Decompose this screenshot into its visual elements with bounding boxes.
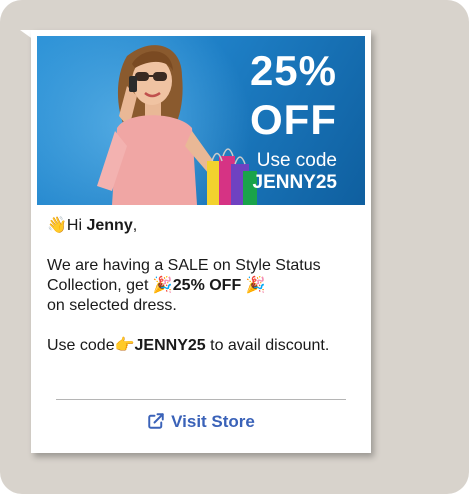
discount-off: OFF: [250, 96, 337, 143]
woman-shopping-image: [97, 45, 257, 205]
visit-store-label: Visit Store: [171, 412, 255, 431]
divider: [56, 399, 346, 400]
party-popper-icon: 🎉: [152, 277, 173, 294]
message-card: 25% OFF Use code JENNY25 👋Hi Jenny, We a…: [31, 30, 371, 453]
code-paragraph: Use code👉JENNY25 to avail discount.: [47, 337, 330, 354]
offer-text: 25% OFF: [172, 277, 242, 294]
code-text: JENNY25: [134, 337, 206, 354]
discount-percent: 25%: [249, 47, 337, 94]
waving-hand-icon: 👋: [47, 217, 67, 234]
external-link-icon: [148, 413, 164, 429]
use-code-label: Use code: [256, 150, 337, 171]
party-popper-icon-2: 🎉: [245, 277, 266, 294]
pointing-hand-icon: 👉: [114, 337, 135, 354]
promo-banner: 25% OFF Use code JENNY25: [37, 36, 365, 205]
sale-paragraph: We are having a SALE on Style Status Col…: [47, 257, 321, 314]
greeting: 👋Hi Jenny,: [47, 217, 138, 234]
recipient-name: Jenny: [86, 217, 133, 234]
message-body: 👋Hi Jenny, We are having a SALE on Style…: [47, 216, 367, 356]
promo-code: JENNY25: [252, 172, 338, 193]
visit-store-button[interactable]: Visit Store: [31, 412, 371, 432]
promo-text: 25% OFF Use code JENNY25: [250, 46, 337, 194]
